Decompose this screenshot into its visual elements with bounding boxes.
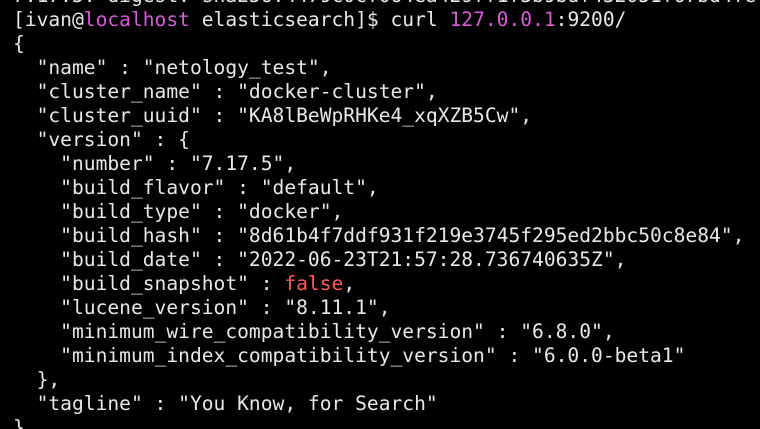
command-port-path: :9200/ [555, 8, 627, 31]
prompt-user: ivan [24, 8, 72, 31]
json-cluster-uuid-line: "cluster_uuid" : "KA8lBeWpRHKe4_xqXZB5Cw… [13, 104, 533, 127]
command-prompt-line: [ivan@localhost elasticsearch]$ curl 127… [0, 8, 760, 32]
build-snapshot-comma: , [343, 272, 356, 295]
build-snapshot-key: "build_snapshot" : [13, 272, 285, 295]
json-build-type-line: "build_type" : "docker", [13, 200, 344, 223]
json-build-hash-line: "build_hash" : "8d61b4f7ddf931f219e3745f… [13, 224, 745, 247]
json-version-open-line: "version" : { [13, 128, 190, 151]
json-name-line: "name" : "netology_test", [13, 56, 332, 79]
build-snapshot-value: false [284, 272, 344, 295]
json-close-brace: } [13, 416, 25, 429]
json-open-brace: { [13, 32, 25, 55]
previous-output-line: 7.17.5: digest: sha256:4479c0cf064ea429f… [0, 0, 760, 8]
prompt-at: @ [71, 8, 84, 31]
json-build-date-line: "build_date" : "2022-06-23T21:57:28.7367… [13, 248, 627, 271]
json-build-flavor-line: "build_flavor" : "default", [13, 176, 379, 199]
prompt-open-bracket: [ [13, 8, 25, 31]
terminal-output: 7.17.5: digest: sha256:4479c0cf064ea429f… [0, 0, 760, 429]
prompt-cwd: elasticsearch]$ [189, 8, 391, 31]
json-version-close-line: }, [13, 368, 61, 391]
prompt-host: localhost [83, 8, 190, 31]
json-cluster-name-line: "cluster_name" : "docker-cluster", [13, 80, 438, 103]
command-name: curl [390, 8, 450, 31]
command-ip: 127.0.0.1 [449, 8, 556, 31]
json-tagline-line: "tagline" : "You Know, for Search" [13, 392, 438, 415]
json-lucene-version-line: "lucene_version" : "8.11.1", [13, 296, 391, 319]
json-min-index-line: "minimum_index_compatibility_version" : … [13, 344, 686, 367]
json-min-wire-line: "minimum_wire_compatibility_version" : "… [13, 320, 615, 343]
json-build-snapshot-line: "build_snapshot" : false, [0, 272, 760, 296]
terminal-window[interactable]: 7.17.5: digest: sha256:4479c0cf064ea429f… [0, 0, 760, 429]
json-number-line: "number" : "7.17.5", [13, 152, 297, 175]
